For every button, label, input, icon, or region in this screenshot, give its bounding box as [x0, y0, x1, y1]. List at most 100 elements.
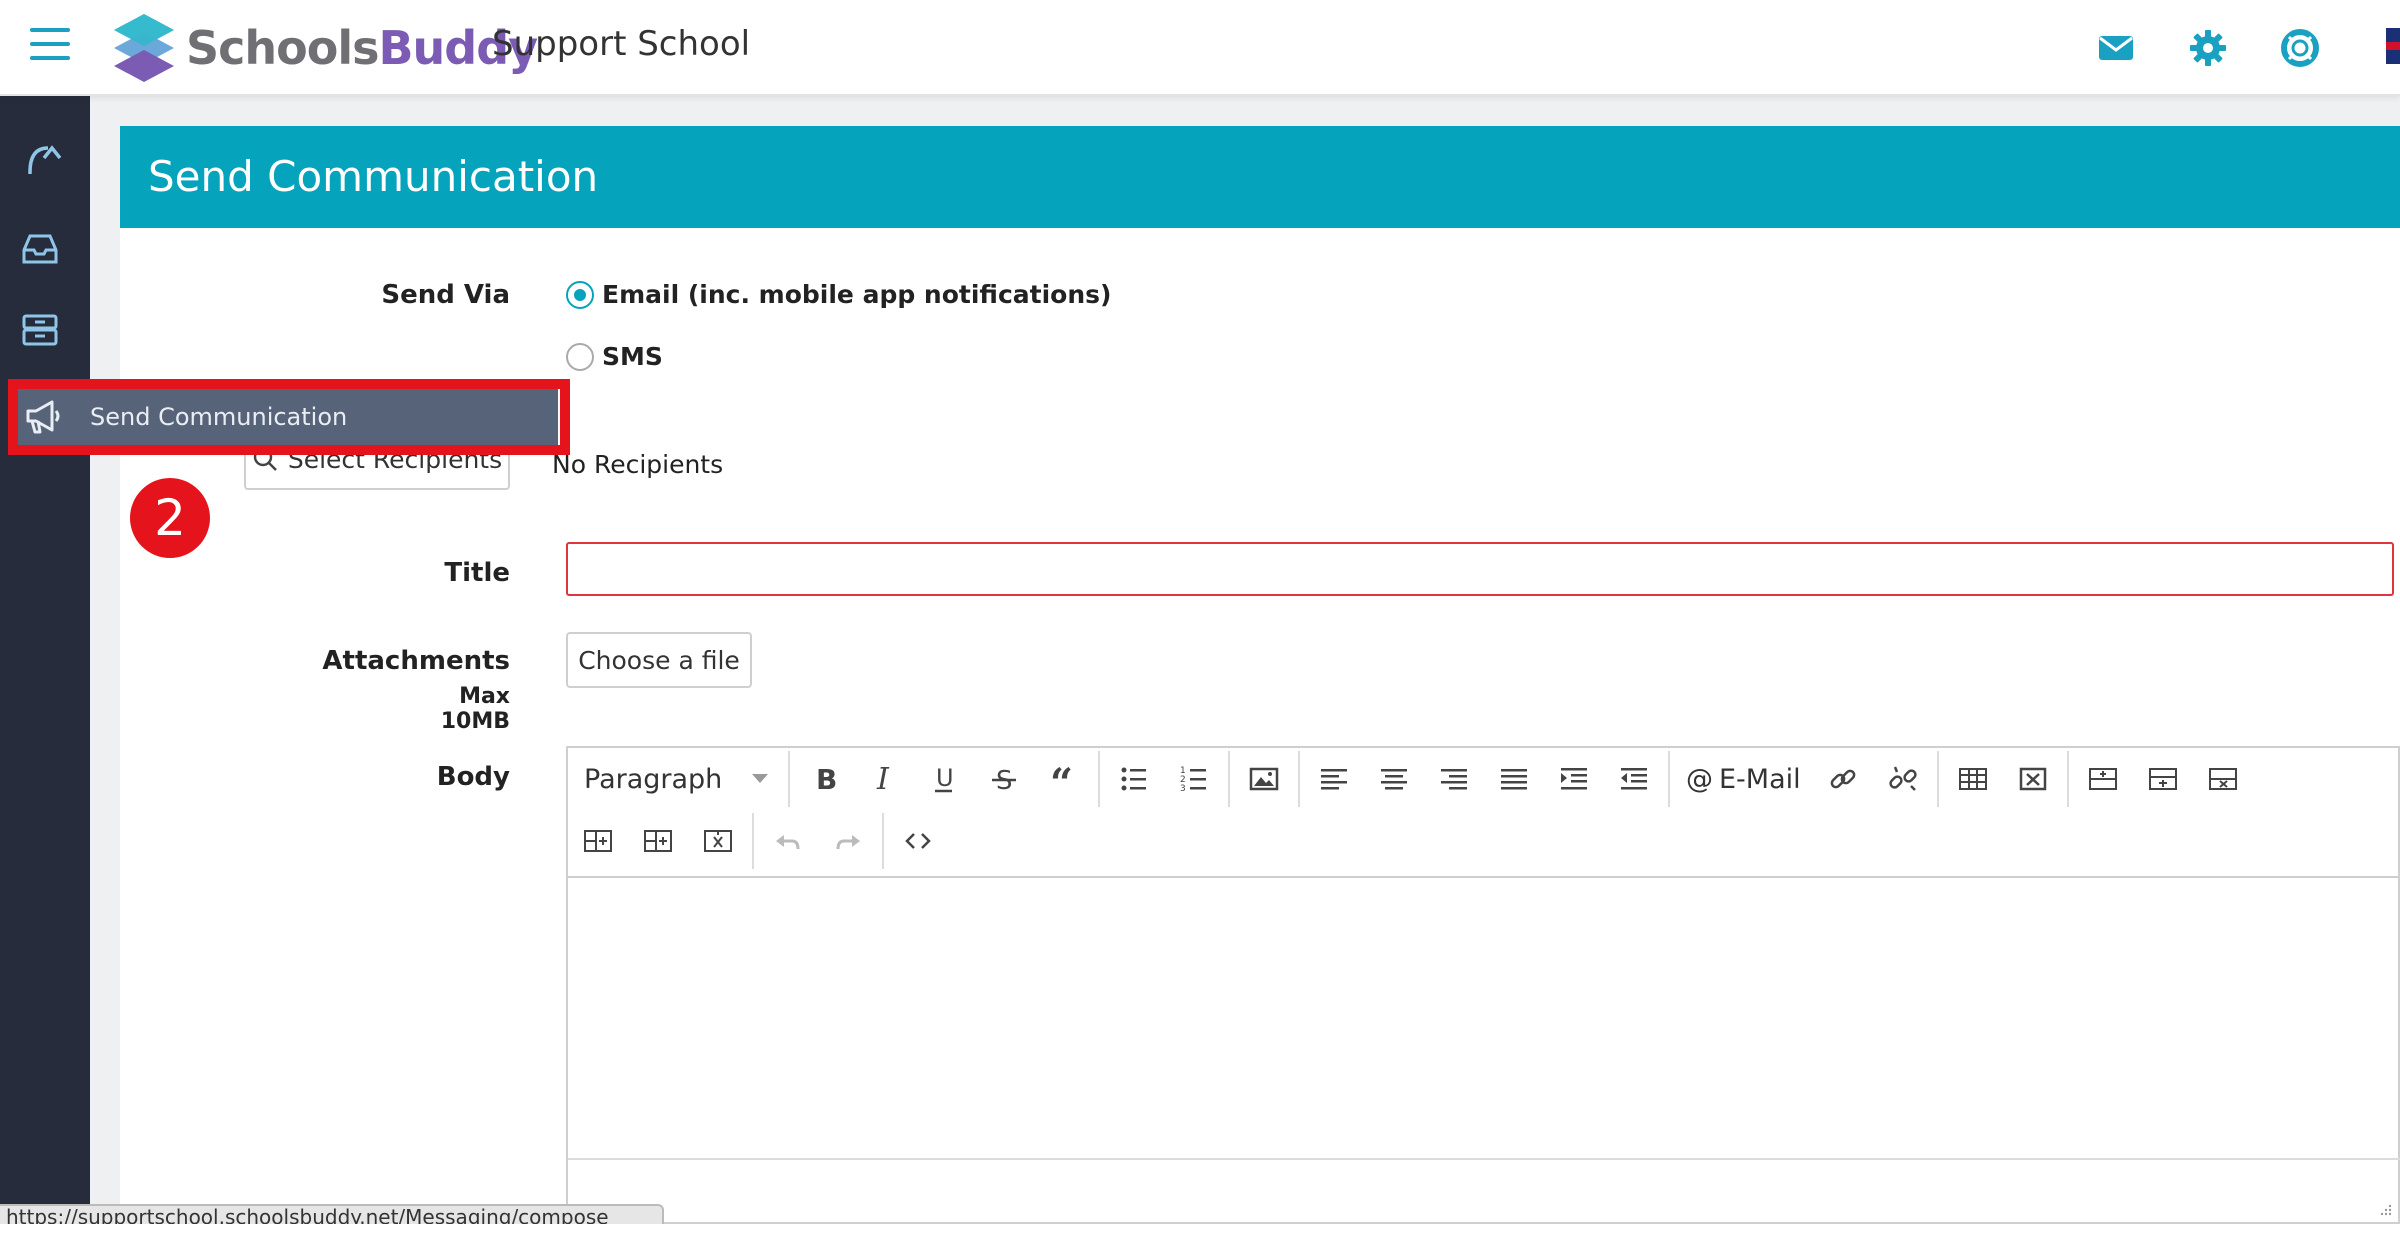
link-icon	[1830, 769, 1856, 789]
search-icon	[253, 447, 277, 471]
delete-table-button[interactable]	[2003, 754, 2063, 804]
choose-file-button[interactable]: Choose a file	[566, 632, 752, 688]
send-via-label: Send Via	[381, 280, 510, 310]
row-insert-above-icon	[2088, 768, 2117, 790]
bold-icon: B	[816, 763, 837, 795]
column-insert-before-icon	[584, 830, 612, 852]
insert-row-below-button[interactable]	[2133, 754, 2193, 804]
toolbar-divider	[1228, 751, 1230, 807]
delete-row-button[interactable]	[2193, 754, 2253, 804]
at-sign-icon: @	[1686, 763, 1713, 795]
lifebuoy-help-icon[interactable]	[2280, 28, 2320, 68]
unlink-icon	[1888, 766, 1917, 791]
insert-email-button[interactable]: @ E-Mail	[1674, 754, 1813, 804]
page-title: Send Communication	[148, 152, 599, 201]
toolbar-divider	[1298, 751, 1300, 807]
inbox-icon[interactable]	[18, 226, 62, 270]
insert-table-button[interactable]	[1943, 754, 2003, 804]
hamburger-menu-icon[interactable]	[30, 28, 70, 62]
align-center-button[interactable]	[1364, 754, 1424, 804]
outdent-button[interactable]	[1604, 754, 1664, 804]
align-justify-icon	[1501, 769, 1527, 790]
underline-button[interactable]: U	[914, 754, 974, 804]
unlink-button[interactable]	[1873, 754, 1933, 804]
mail-icon[interactable]	[2096, 28, 2136, 68]
toolbar-divider	[1668, 751, 1670, 807]
column-delete-icon	[704, 830, 732, 852]
align-right-button[interactable]	[1424, 754, 1484, 804]
logo-wordmark: SchoolsBuddy	[186, 21, 538, 75]
bold-button[interactable]: B	[794, 754, 854, 804]
top-bar: SchoolsBuddy Support School	[0, 0, 2400, 96]
status-bar-url: https://supportschool.schoolsbuddy.net/M…	[0, 1204, 664, 1224]
delete-column-button[interactable]	[688, 816, 748, 866]
quote-icon: “	[1050, 763, 1073, 795]
radio-sms-circle[interactable]	[566, 342, 594, 371]
numbered-list-icon: 123	[1180, 766, 1206, 794]
redo-button[interactable]	[818, 816, 878, 866]
italic-button[interactable]: I	[854, 754, 914, 804]
format-select[interactable]: Paragraph	[568, 754, 784, 804]
archive-box-icon[interactable]	[18, 308, 62, 352]
align-justify-button[interactable]	[1484, 754, 1544, 804]
outdent-icon	[1621, 768, 1647, 790]
editor-statusbar-border	[568, 1158, 2400, 1160]
insert-column-after-button[interactable]	[628, 816, 688, 866]
source-code-button[interactable]	[888, 816, 948, 866]
align-center-icon	[1381, 769, 1407, 790]
title-label: Title	[444, 558, 510, 588]
toolbar-divider	[882, 813, 884, 869]
image-icon	[1249, 767, 1279, 791]
language-flag-icon[interactable]	[2386, 28, 2400, 64]
recipients-status: No Recipients	[552, 450, 724, 479]
card-header: Send Communication	[120, 126, 2400, 228]
undo-button[interactable]	[758, 816, 818, 866]
strikethrough-button[interactable]: S	[974, 754, 1034, 804]
gear-icon[interactable]	[2188, 28, 2228, 68]
table-delete-icon	[2019, 767, 2046, 791]
logo-mark-icon	[114, 14, 174, 82]
svg-text:“: “	[1050, 763, 1073, 795]
insert-column-before-button[interactable]	[568, 816, 628, 866]
indent-button[interactable]	[1544, 754, 1604, 804]
title-input[interactable]	[566, 542, 2394, 596]
radio-email-circle[interactable]	[566, 280, 594, 309]
svg-text:I: I	[876, 763, 890, 795]
toolbar-divider	[752, 813, 754, 869]
resize-handle-icon[interactable]	[2378, 1202, 2392, 1216]
insert-row-above-button[interactable]	[2073, 754, 2133, 804]
svg-text:U: U	[936, 764, 954, 792]
school-name: Support School	[492, 24, 751, 64]
table-icon	[1958, 768, 1987, 790]
sidebar-tooltip-label: Send Communication	[90, 403, 348, 431]
align-left-button[interactable]	[1304, 754, 1364, 804]
sidebar-item-send-communication[interactable]: Send Communication	[18, 389, 558, 445]
radio-sms-label: SMS	[602, 342, 663, 371]
indent-icon	[1561, 768, 1587, 790]
insert-image-button[interactable]	[1234, 754, 1294, 804]
undo-icon	[776, 835, 800, 850]
attachments-label: Attachments	[322, 646, 510, 676]
bullet-list-button[interactable]	[1104, 754, 1164, 804]
attachments-max-size: Max 10MB	[440, 684, 510, 734]
logo[interactable]: SchoolsBuddy	[112, 12, 538, 84]
caret-down-icon	[752, 774, 768, 783]
radio-email[interactable]: Email (inc. mobile app notifications)	[566, 280, 1111, 309]
blockquote-button[interactable]: “	[1034, 754, 1094, 804]
svg-text:3: 3	[1180, 784, 1186, 794]
toolbar-divider	[2066, 751, 2069, 807]
row-insert-below-icon	[2148, 768, 2177, 790]
insert-link-button[interactable]	[1813, 754, 1873, 804]
redo-icon	[836, 835, 860, 850]
share-arrow-up-icon[interactable]	[18, 134, 62, 178]
editor-content-area[interactable]	[568, 878, 2400, 1158]
radio-sms[interactable]: SMS	[566, 342, 663, 371]
svg-text:B: B	[816, 763, 837, 795]
numbered-list-button[interactable]: 123	[1164, 754, 1224, 804]
strikethrough-icon: S	[992, 766, 1016, 795]
align-left-icon	[1321, 769, 1347, 790]
bullet-list-icon	[1121, 767, 1146, 791]
step-badge: 2	[130, 478, 210, 558]
underline-icon: U	[935, 764, 954, 793]
row-delete-icon	[2208, 768, 2237, 790]
